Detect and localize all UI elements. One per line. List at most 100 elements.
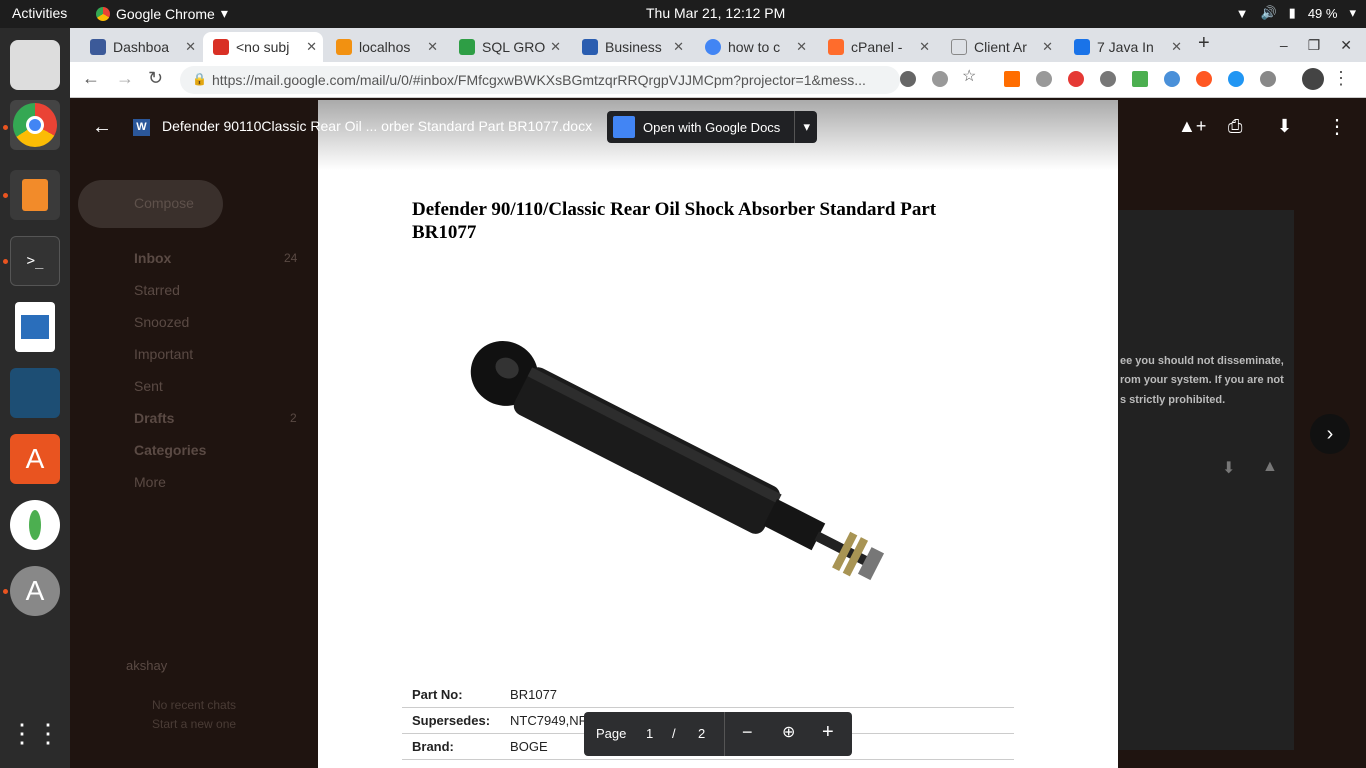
nav-inbox[interactable]: Inbox	[134, 250, 171, 266]
show-apps-icon[interactable]: ⋮⋮	[9, 708, 61, 758]
close-icon: ✕	[796, 39, 807, 54]
extension-icon[interactable]	[1228, 71, 1244, 87]
add-to-drive-icon[interactable]: ▲+	[1178, 116, 1206, 137]
shock-absorber-image	[470, 341, 885, 581]
page-total: 2	[698, 726, 706, 741]
tab-sql[interactable]: SQL GRO ✕	[449, 32, 567, 62]
app-menu[interactable]: Google Chrome ▾	[96, 5, 228, 22]
tab-java[interactable]: 7 Java In ✕	[1064, 32, 1188, 62]
cpanel-icon	[828, 39, 844, 55]
window-close-button[interactable]: ✕	[1340, 37, 1352, 54]
nav-important[interactable]: Important	[134, 346, 193, 362]
tab-client-area[interactable]: Client Ar ✕	[941, 32, 1059, 62]
extension-icon[interactable]	[1036, 71, 1052, 87]
activities-button[interactable]: Activities	[12, 5, 67, 21]
table-row: Part No: BR1077	[402, 682, 1014, 708]
eyedropper-icon[interactable]	[1260, 71, 1276, 87]
extension-icon[interactable]	[1164, 71, 1180, 87]
nav-categories[interactable]: Categories	[134, 442, 206, 458]
viewer-filename: Defender 90110Classic Rear Oil ... orber…	[162, 118, 593, 134]
sql-icon	[459, 39, 475, 55]
minimize-button[interactable]: –	[1280, 37, 1288, 53]
google-docs-icon	[613, 116, 635, 138]
extension-icon[interactable]	[1132, 71, 1148, 87]
battery-level: 49 %	[1307, 5, 1338, 21]
print-icon[interactable]: ⎙	[1228, 116, 1242, 137]
info-icon	[1074, 39, 1090, 55]
nav-snoozed[interactable]: Snoozed	[134, 314, 189, 330]
tab-dashboard[interactable]: Dashboa ✕	[80, 32, 202, 62]
bookmark-star-icon[interactable]: ☆	[962, 66, 976, 86]
chrome-dock-icon[interactable]	[10, 100, 60, 150]
chat-user[interactable]: akshay	[126, 658, 167, 673]
maximize-button[interactable]: ❐	[1308, 37, 1321, 54]
nav-starred[interactable]: Starred	[134, 282, 180, 298]
writer-icon[interactable]	[15, 302, 55, 352]
nav-drafts[interactable]: Drafts	[134, 410, 174, 426]
close-icon: ✕	[919, 39, 930, 54]
close-icon: ✕	[185, 39, 196, 54]
address-bar[interactable]: 🔒 https://mail.google.com/mail/u/0/#inbox…	[180, 66, 900, 94]
open-with-google-docs-button[interactable]: Open with Google Docs ▾	[607, 111, 817, 143]
battery-icon: ▮	[1288, 5, 1296, 20]
extension-icon[interactable]	[1068, 71, 1084, 87]
chat-empty: No recent chats	[152, 698, 237, 712]
terminal-icon[interactable]: >_	[10, 236, 60, 286]
browser-toolbar: ← → ↻ 🔒 https://mail.google.com/mail/u/0/…	[70, 62, 1366, 98]
clock[interactable]: Thu Mar 21, 12:12 PM	[646, 5, 785, 21]
updater-icon[interactable]: A	[10, 566, 60, 616]
nav-sent[interactable]: Sent	[134, 378, 163, 394]
drive-icon: ▲	[1262, 458, 1278, 475]
close-icon: ✕	[1171, 39, 1182, 54]
profile-avatar[interactable]	[1302, 68, 1324, 90]
zoom-fit-icon[interactable]: ⊕	[782, 722, 795, 742]
close-icon: ✕	[427, 39, 438, 54]
mysql-workbench-icon[interactable]	[10, 368, 60, 418]
download-icon[interactable]: ⬇	[1277, 116, 1292, 137]
reload-button[interactable]: ↻	[148, 68, 163, 89]
wifi-icon: ▼	[1235, 5, 1249, 21]
tab-favicon	[90, 39, 106, 55]
forward-button[interactable]: →	[116, 68, 134, 89]
files-icon[interactable]	[10, 40, 60, 90]
viewer-back-button[interactable]: ←	[92, 116, 112, 139]
email-body-fragment: ee you should not disseminate, rom your …	[1118, 210, 1294, 750]
zoom-out-icon[interactable]: −	[742, 722, 753, 743]
close-icon: ✕	[550, 39, 561, 54]
page-icon	[951, 39, 967, 55]
system-tray[interactable]: ▼ 🔊 ▮ 49 % ▾	[1236, 5, 1356, 21]
more-options-icon[interactable]: ⋮	[1327, 114, 1347, 139]
page-current-input[interactable]: 1	[646, 726, 653, 741]
inbox-count: 24	[284, 251, 298, 265]
new-tab-button[interactable]: +	[1198, 32, 1210, 55]
chevron-down-icon[interactable]: ▾	[794, 111, 817, 143]
extension-icon	[900, 71, 916, 87]
next-file-button[interactable]: ›	[1310, 414, 1350, 454]
zoom-in-icon[interactable]: +	[822, 721, 834, 744]
gmail-icon	[213, 39, 229, 55]
volume-icon: 🔊	[1260, 5, 1277, 20]
close-icon: ✕	[306, 39, 317, 54]
chat-start-link[interactable]: Start a new one	[152, 717, 236, 731]
mongodb-icon[interactable]	[10, 500, 60, 550]
nav-more[interactable]: More	[134, 474, 166, 490]
compose-button[interactable]: Compose	[78, 180, 223, 228]
tab-google-search[interactable]: how to c ✕	[695, 32, 813, 62]
business-icon	[582, 39, 598, 55]
extension-icon[interactable]	[1004, 71, 1020, 87]
tab-gmail[interactable]: <no subj ✕	[203, 32, 323, 62]
document-title: Defender 90/110/Classic Rear Oil Shock A…	[412, 199, 937, 243]
tab-business[interactable]: Business ✕	[572, 32, 690, 62]
page-navigator: Page 1 / 2 − ⊕ +	[584, 712, 852, 756]
page-label: Page	[596, 726, 627, 741]
dock: >_ A A ⋮⋮	[0, 28, 70, 768]
back-button[interactable]: ←	[82, 68, 100, 89]
chrome-menu-icon[interactable]: ⋮	[1332, 68, 1350, 89]
tab-localhost[interactable]: localhos ✕	[326, 32, 444, 62]
sublime-icon[interactable]	[10, 170, 60, 220]
software-center-icon[interactable]: A	[10, 434, 60, 484]
extension-icon[interactable]	[1196, 71, 1212, 87]
download-icon: ⬇	[1222, 460, 1236, 477]
tab-cpanel[interactable]: cPanel - ✕	[818, 32, 936, 62]
extension-icon[interactable]	[1100, 71, 1116, 87]
